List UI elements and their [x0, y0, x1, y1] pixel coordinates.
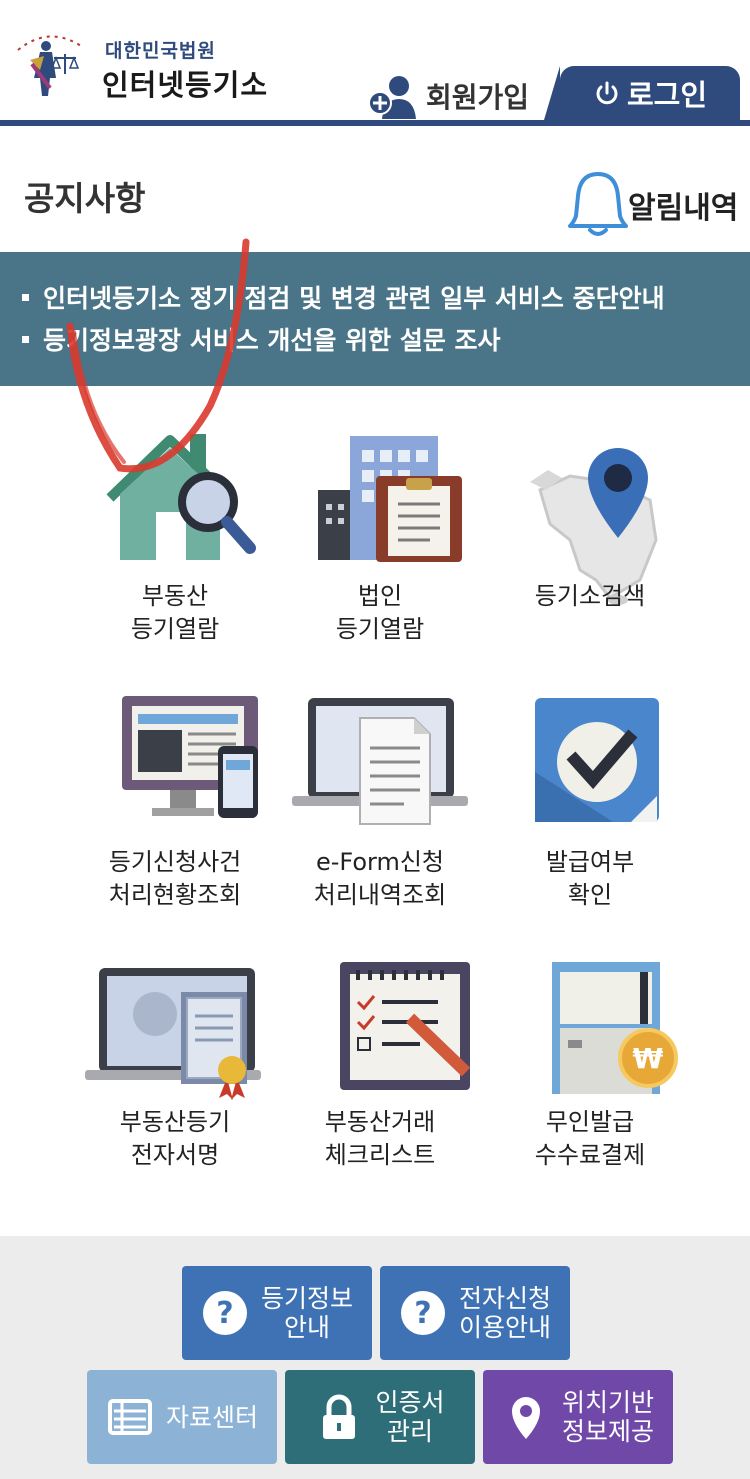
alarm-label: 알림내역	[628, 191, 739, 226]
monitor-mobile-icon	[122, 696, 258, 818]
kiosk-coin-icon: ₩	[552, 962, 678, 1094]
notice-item[interactable]: 인터넷등기소 정기 점검 및 변경 관련 일부 서비스 중단안내	[22, 276, 750, 318]
join-button[interactable]: 회원가입	[368, 72, 558, 120]
menu-corporate-view[interactable]: 법인 등기열람	[265, 420, 495, 670]
menu-real-estate-view[interactable]: 부동산 등기열람	[60, 420, 290, 670]
svg-text:?: ?	[414, 1296, 431, 1331]
bullet-icon	[22, 335, 29, 343]
button-label: 인증서 관리	[375, 1388, 445, 1446]
logo-subtitle: 대한민국법원	[105, 40, 216, 62]
e-application-guide-button[interactable]: ? 전자신청 이용안내	[380, 1266, 570, 1360]
menu-registry-search[interactable]: 등기소검색	[475, 420, 705, 670]
button-label: 위치기반 정보제공	[561, 1388, 654, 1446]
notice-title[interactable]: 공지사항	[24, 172, 145, 220]
notice-header: 공지사항 알림내역	[0, 132, 750, 250]
notice-banner: 인터넷등기소 정기 점검 및 변경 관련 일부 서비스 중단안내 등기정보광장 …	[0, 252, 750, 386]
checklist-icon	[340, 962, 470, 1090]
button-label: 전자신청 이용안내	[458, 1284, 551, 1342]
building-document-icon	[318, 436, 462, 562]
logo-title: 인터넷등기소	[102, 68, 269, 102]
menu-eform-status[interactable]: e-Form신청 처리내역조회	[265, 692, 495, 942]
svg-text:₩: ₩	[633, 1042, 664, 1075]
login-label: 로그인	[626, 78, 708, 112]
menu-label: 등기신청사건 처리현황조회	[108, 848, 242, 909]
button-label: 등기정보 안내	[260, 1284, 353, 1342]
question-icon: ?	[400, 1291, 445, 1335]
certificate-manage-button[interactable]: 인증서 관리	[285, 1370, 475, 1464]
menu-transaction-checklist[interactable]: 부동산거래 체크리스트	[265, 962, 495, 1212]
menu-label: 무인발급 수수료결제	[534, 1108, 646, 1169]
site-logo[interactable]: 대한민국법원 인터넷등기소	[10, 22, 270, 102]
bell-icon	[568, 172, 628, 236]
svg-text:?: ?	[216, 1296, 233, 1331]
menu-label: e-Form신청 처리내역조회	[313, 848, 447, 909]
location-pin-icon	[511, 1397, 540, 1439]
menu-e-signature[interactable]: 부동산등기 전자서명	[60, 962, 290, 1212]
alarm-history-button[interactable]: 알림내역	[566, 170, 738, 240]
menu-label: 발급여부 확인	[545, 848, 635, 909]
menu-label: 부동산 등기열람	[130, 582, 220, 643]
laptop-certificate-icon	[85, 968, 261, 1100]
bottom-quick-links: ? 등기정보 안내 ? 전자신청 이용안내 자료센터 인증서 관리 위치기반 정보제공	[0, 1236, 750, 1479]
house-search-icon	[106, 434, 256, 560]
registry-info-button[interactable]: ? 등기정보 안내	[182, 1266, 372, 1360]
bullet-icon	[22, 293, 29, 301]
menu-label: 부동산등기 전자서명	[119, 1108, 231, 1169]
user-add-icon	[368, 76, 416, 119]
check-circle-icon	[535, 698, 659, 822]
button-label: 자료센터	[165, 1402, 258, 1432]
notice-item[interactable]: 등기정보광장 서비스 개선을 위한 설문 조사	[22, 318, 750, 360]
location-info-button[interactable]: 위치기반 정보제공	[483, 1370, 673, 1464]
lock-icon	[323, 1394, 356, 1439]
menu-issuance-check[interactable]: 발급여부 확인	[475, 692, 705, 942]
menu-kiosk-payment[interactable]: ₩ 무인발급 수수료결제	[475, 962, 705, 1212]
resource-center-button[interactable]: 자료센터	[87, 1370, 277, 1464]
menu-case-status[interactable]: 등기신청사건 처리현황조회	[60, 692, 290, 942]
power-icon	[596, 81, 618, 105]
notice-item-text: 인터넷등기소 정기 점검 및 변경 관련 일부 서비스 중단안내	[43, 284, 665, 313]
app-header: 대한민국법원 인터넷등기소 회원가입 로그인	[0, 0, 750, 126]
menu-label: 법인 등기열람	[335, 582, 425, 643]
service-menu-grid: 부동산 등기열람 법인 등기열람 등기소검색 등기신청사건 처리현황조회 e-F…	[0, 420, 750, 1210]
join-label: 회원가입	[426, 81, 530, 114]
menu-label: 등기소검색	[534, 582, 646, 610]
laptop-document-icon	[292, 698, 468, 825]
question-icon: ?	[202, 1291, 247, 1335]
list-icon	[107, 1399, 152, 1435]
court-logo-icon	[17, 35, 85, 96]
menu-label: 부동산거래 체크리스트	[324, 1108, 436, 1169]
notice-item-text: 등기정보광장 서비스 개선을 위한 설문 조사	[43, 326, 501, 355]
login-button[interactable]: 로그인	[544, 66, 740, 120]
